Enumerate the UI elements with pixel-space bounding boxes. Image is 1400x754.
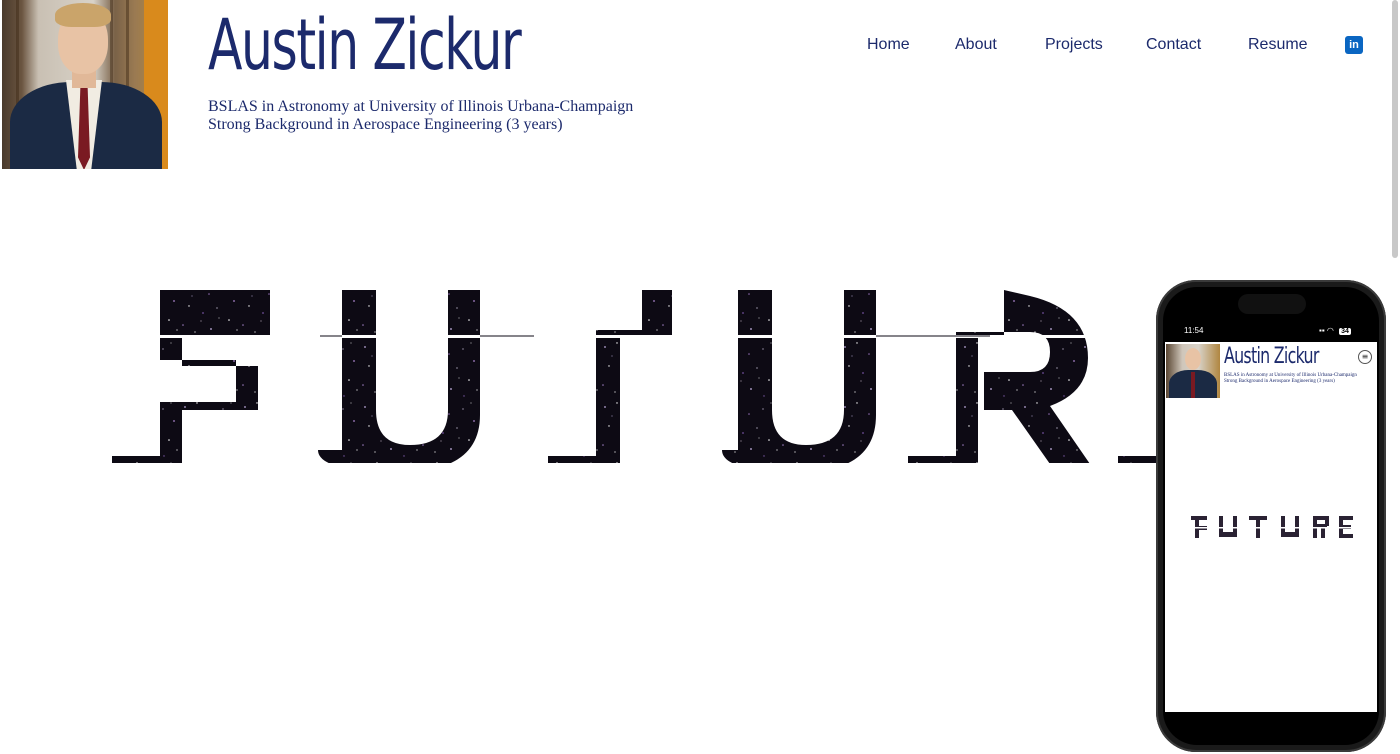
phone-future-graphic — [1189, 516, 1359, 538]
nav-contact[interactable]: Contact — [1146, 36, 1201, 54]
nav-projects[interactable]: Projects — [1045, 36, 1103, 54]
main-nav: Home About Projects Contact Resume — [0, 36, 1400, 60]
wifi-icon: ◠ — [1326, 326, 1334, 335]
phone-screen: Austin Zickur BSLAS in Astronomy at Univ… — [1165, 342, 1377, 712]
phone-profile-photo — [1166, 344, 1220, 398]
nav-home[interactable]: Home — [867, 36, 910, 54]
phone-status-time: 11:54 — [1184, 326, 1204, 335]
phone-mockup: 11:54 ▪▪ ◠ 34 Austin Zickur BSLAS in Ast… — [1156, 280, 1386, 752]
nav-resume[interactable]: Resume — [1248, 36, 1308, 54]
phone-status-icons: ▪▪ ◠ 34 — [1319, 326, 1351, 335]
signal-icon: ▪▪ — [1319, 326, 1325, 335]
tagline: BSLAS in Astronomy at University of Illi… — [208, 98, 633, 134]
nav-about[interactable]: About — [955, 36, 997, 54]
linkedin-icon[interactable]: in — [1345, 36, 1363, 54]
phone-tagline-line-2: Strong Background in Aerospace Engineeri… — [1224, 379, 1335, 384]
dynamic-island — [1238, 294, 1306, 314]
tagline-line-2: Strong Background in Aerospace Engineeri… — [208, 116, 563, 133]
battery-icon: 34 — [1339, 328, 1351, 335]
profile-photo — [2, 0, 168, 169]
tagline-line-1: BSLAS in Astronomy at University of Illi… — [208, 98, 634, 115]
phone-menu-icon: ≡ — [1358, 350, 1372, 364]
phone-site-title: Austin Zickur — [1224, 344, 1319, 369]
page-scrollbar[interactable] — [1392, 0, 1398, 258]
phone-tagline: BSLAS in Astronomy at University of Illi… — [1224, 373, 1357, 385]
